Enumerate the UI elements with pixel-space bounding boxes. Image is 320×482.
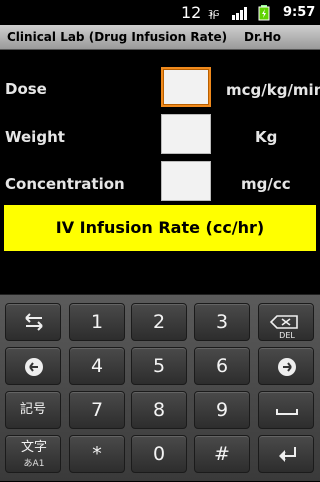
- weight-unit: Kg: [255, 128, 278, 146]
- app-author: Dr.Ho: [244, 30, 282, 44]
- signal-strength-icon: [231, 0, 249, 25]
- enter-key[interactable]: [258, 435, 314, 473]
- key-3[interactable]: 3: [194, 303, 250, 341]
- enter-icon: [279, 447, 296, 462]
- weight-label: Weight: [5, 128, 65, 146]
- key-1[interactable]: 1: [69, 303, 125, 341]
- soft-keyboard: 1 2 3 DEL 4 5 6 記号 7 8 9 文字 あA1 * 0 #: [0, 294, 320, 481]
- arrow-left-icon: [25, 358, 43, 376]
- concentration-input[interactable]: [161, 161, 211, 201]
- tab-key[interactable]: [5, 303, 61, 341]
- delete-key[interactable]: DEL: [258, 303, 314, 341]
- weight-input[interactable]: [161, 114, 211, 154]
- key-2[interactable]: 2: [131, 303, 187, 341]
- key-6[interactable]: 6: [194, 347, 250, 385]
- dose-unit: mcg/kg/min: [226, 81, 320, 99]
- cursor-right-key[interactable]: [258, 347, 314, 385]
- arrow-right-icon: [278, 358, 296, 376]
- concentration-unit: mg/cc: [241, 175, 291, 193]
- infusion-form: Dose mcg/kg/min Weight Kg Concentration …: [0, 50, 320, 205]
- title-bar: Clinical Lab (Drug Infusion Rate) Dr.Ho: [0, 25, 320, 50]
- cursor-left-key[interactable]: [5, 347, 61, 385]
- space-icon: [276, 409, 298, 415]
- status-bar: 12 3G 9:57: [0, 0, 320, 25]
- input-mode-key[interactable]: 文字 あA1: [5, 435, 61, 473]
- dose-input[interactable]: [161, 67, 211, 107]
- tab-icon: [25, 313, 43, 331]
- app-title: Clinical Lab (Drug Infusion Rate): [7, 30, 228, 44]
- input-mode-sub: あA1: [23, 459, 45, 469]
- concentration-label: Concentration: [5, 175, 125, 193]
- key-asterisk[interactable]: *: [69, 435, 125, 473]
- key-5[interactable]: 5: [131, 347, 187, 385]
- network-3g-icon: 3G: [208, 0, 222, 25]
- battery-icon: [258, 0, 270, 25]
- notification-count: 12: [181, 3, 202, 22]
- space-key[interactable]: [258, 391, 314, 429]
- key-hash[interactable]: #: [194, 435, 250, 473]
- clock: 9:57: [283, 5, 316, 20]
- delete-label: DEL: [279, 331, 295, 340]
- key-9[interactable]: 9: [194, 391, 250, 429]
- key-8[interactable]: 8: [131, 391, 187, 429]
- symbols-key[interactable]: 記号: [5, 391, 61, 429]
- key-0[interactable]: 0: [131, 435, 187, 473]
- key-7[interactable]: 7: [69, 391, 125, 429]
- key-4[interactable]: 4: [69, 347, 125, 385]
- backspace-icon: DEL: [269, 315, 298, 340]
- calculate-infusion-rate-button[interactable]: IV Infusion Rate (cc/hr): [4, 205, 316, 251]
- dose-label: Dose: [5, 80, 47, 98]
